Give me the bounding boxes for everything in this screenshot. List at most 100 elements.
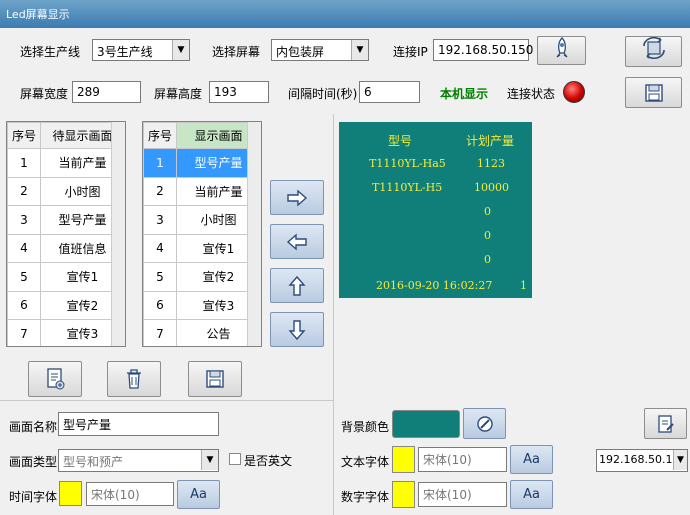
delete-screen-button[interactable] — [107, 361, 161, 397]
led-timestamp: 2016-09-20 16:02:27 — [376, 279, 493, 292]
screen-type-label: 画面类型 — [9, 455, 58, 469]
cell[interactable]: 2 — [7, 176, 41, 206]
chevron-down-icon[interactable]: ▼ — [172, 40, 189, 60]
move-left-button[interactable] — [270, 224, 324, 259]
connect-button[interactable] — [537, 36, 586, 65]
cell[interactable]: 3 — [143, 205, 177, 235]
table-row[interactable]: 5 宣传2 — [143, 262, 261, 292]
led-cell: 1123 — [477, 157, 505, 170]
scrollbar[interactable] — [111, 122, 125, 346]
cell[interactable]: 6 — [143, 290, 177, 320]
cell[interactable]: 7 — [7, 319, 41, 346]
document-add-icon — [29, 367, 81, 391]
ip-value: 192.168.50.150 — [438, 43, 534, 57]
move-right-button[interactable] — [270, 180, 324, 215]
time-font-label: 时间字体 — [9, 490, 58, 504]
ip-select[interactable]: 192.168.50.150 ▼ — [596, 449, 688, 472]
pending-screens-table[interactable]: 序号 待显示画面 1 当前产量 2 小时图 3 型号产量 4 值班信息 5 宣传1 6 宣传… — [6, 121, 126, 347]
arrow-right-icon — [271, 189, 323, 207]
table-row[interactable]: 1 当前产量 — [7, 148, 125, 178]
chevron-down-icon[interactable]: ▼ — [673, 450, 687, 470]
cell[interactable]: 5 — [7, 262, 41, 292]
save-button[interactable] — [625, 77, 682, 108]
title-bar: Led屏幕显示 — [0, 0, 690, 28]
num-font-field[interactable]: 宋体(10) — [418, 482, 507, 507]
cell[interactable]: 5 — [143, 262, 177, 292]
cell[interactable]: 4 — [7, 233, 41, 263]
scrollbar[interactable] — [247, 122, 261, 346]
table-row[interactable]: 7 公告 — [143, 319, 261, 346]
cell[interactable]: 4 — [143, 233, 177, 263]
trash-icon — [108, 368, 160, 390]
line-select-value: 3号生产线 — [97, 45, 153, 59]
move-up-button[interactable] — [270, 268, 324, 303]
table-row[interactable]: 2 当前产量 — [143, 176, 261, 206]
interval-field[interactable]: 6 — [359, 81, 420, 103]
num-font-value: 宋体(10) — [423, 488, 472, 502]
ip-field[interactable]: 192.168.50.150 — [433, 39, 533, 61]
window-title: Led屏幕显示 — [6, 8, 70, 21]
refresh-button[interactable] — [625, 36, 682, 67]
table-row[interactable]: 7 宣传3 — [7, 319, 125, 346]
local-display-link[interactable]: 本机显示 — [440, 85, 488, 102]
width-field[interactable]: 289 — [72, 81, 141, 103]
screen-name-field[interactable]: 型号产量 — [58, 412, 219, 436]
edit-button[interactable] — [644, 408, 687, 439]
cell[interactable]: 6 — [7, 290, 41, 320]
table-row[interactable]: 2 小时图 — [7, 176, 125, 206]
cell[interactable]: 7 — [143, 319, 177, 346]
screen-select[interactable]: 内包装屏 ▼ — [271, 39, 369, 61]
table-row[interactable]: 4 宣传1 — [143, 233, 261, 263]
cell[interactable]: 1 — [7, 148, 41, 178]
arrow-down-icon — [271, 319, 323, 341]
chevron-down-icon[interactable]: ▼ — [201, 450, 218, 470]
text-font-field[interactable]: 宋体(10) — [418, 447, 507, 472]
num-font-color-swatch[interactable] — [392, 481, 415, 508]
height-value: 193 — [214, 85, 237, 99]
english-checkbox[interactable] — [229, 453, 241, 465]
screen-type-select[interactable]: 型号和预产 ▼ — [58, 449, 219, 472]
save-screen-button[interactable] — [188, 361, 242, 397]
text-font-color-swatch[interactable] — [392, 446, 415, 473]
table-row[interactable]: 6 宣传3 — [143, 290, 261, 320]
conn-status-label: 连接状态 — [507, 87, 556, 101]
col-header-index[interactable]: 序号 — [143, 122, 177, 149]
divider — [0, 400, 333, 401]
ip-label: 连接IP — [393, 45, 428, 59]
palette-icon — [464, 415, 505, 433]
height-label: 屏幕高度 — [154, 87, 203, 101]
table-row[interactable]: 6 宣传2 — [7, 290, 125, 320]
table-row[interactable]: 4 值班信息 — [7, 233, 125, 263]
english-label: 是否英文 — [244, 454, 293, 468]
table-row-selected[interactable]: 1 型号产量 — [143, 148, 261, 178]
text-font-button[interactable]: Aa — [510, 445, 553, 474]
bg-color-swatch[interactable] — [392, 410, 460, 438]
table-row[interactable]: 3 小时图 — [143, 205, 261, 235]
height-field[interactable]: 193 — [209, 81, 269, 103]
text-font-value: 宋体(10) — [423, 453, 472, 467]
screen-select-value: 内包装屏 — [276, 45, 325, 59]
pick-color-button[interactable] — [463, 408, 506, 439]
led-cell: T1110YL-Ha5 — [369, 157, 446, 170]
move-down-button[interactable] — [270, 312, 324, 347]
cell[interactable]: 1 — [143, 148, 177, 178]
table-row[interactable]: 5 宣传1 — [7, 262, 125, 292]
screen-name-value: 型号产量 — [63, 418, 112, 432]
time-font-color-swatch[interactable] — [59, 481, 82, 506]
num-font-button[interactable]: Aa — [510, 480, 553, 509]
led-cell: 0 — [484, 253, 491, 266]
chevron-down-icon[interactable]: ▼ — [351, 40, 368, 60]
arrow-up-icon — [271, 275, 323, 297]
time-font-field[interactable]: 宋体(10) — [86, 482, 174, 506]
col-header-index[interactable]: 序号 — [7, 122, 41, 149]
time-font-button[interactable]: Aa — [177, 480, 220, 509]
led-page: 1 — [520, 279, 527, 292]
display-screens-table[interactable]: 序号 显示画面 1 型号产量 2 当前产量 3 小时图 4 宣传1 5 宣传2 6 宣传3 … — [142, 121, 262, 347]
rocket-icon — [538, 37, 585, 59]
line-label: 选择生产线 — [20, 45, 81, 59]
cell[interactable]: 2 — [143, 176, 177, 206]
add-screen-button[interactable] — [28, 361, 82, 397]
table-row[interactable]: 3 型号产量 — [7, 205, 125, 235]
cell[interactable]: 3 — [7, 205, 41, 235]
line-select[interactable]: 3号生产线 ▼ — [92, 39, 190, 61]
